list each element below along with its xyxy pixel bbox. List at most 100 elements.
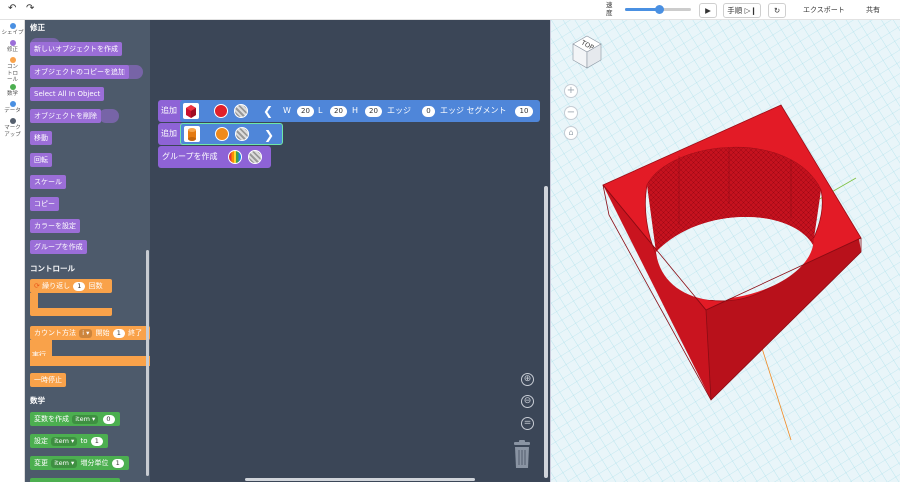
create-variable-block[interactable]: 変数を作成 item ▾ 0 bbox=[30, 412, 120, 426]
redo-icon[interactable]: ↷ bbox=[26, 3, 34, 14]
red-cube-icon[interactable] bbox=[183, 103, 199, 119]
3d-viewport[interactable]: TOP + − ⌂ bbox=[550, 20, 900, 482]
expand-right-icon[interactable]: ❯ bbox=[264, 124, 274, 146]
category-data[interactable]: データ bbox=[0, 101, 25, 115]
workspace-horizontal-scrollbar[interactable] bbox=[245, 478, 475, 481]
width-label: W bbox=[283, 106, 291, 115]
change-variable-label: 変更 bbox=[34, 459, 48, 467]
delete-object-block[interactable]: オブジェクトを削除 bbox=[30, 109, 101, 123]
box-color-swatch[interactable] bbox=[214, 104, 228, 118]
copy-block[interactable]: コピー bbox=[30, 197, 59, 211]
trash-icon[interactable] bbox=[510, 440, 534, 470]
repeat-icon: ⟳ bbox=[34, 282, 40, 290]
step-button[interactable]: 手順 ▷❙ bbox=[723, 3, 761, 18]
change-variable-block[interactable]: 変更 item ▾ 増分単位 1 bbox=[30, 456, 129, 470]
category-control[interactable]: コントロール bbox=[0, 57, 25, 84]
category-label: コントロール bbox=[6, 64, 18, 83]
speed-slider-knob[interactable] bbox=[655, 5, 665, 14]
move-block[interactable]: 移動 bbox=[30, 131, 52, 145]
modify-dot-icon bbox=[9, 40, 16, 46]
length-input[interactable]: 20 bbox=[330, 106, 347, 117]
change-by-label: 増分単位 bbox=[80, 459, 109, 467]
category-modify[interactable]: 修正 bbox=[0, 40, 25, 54]
recenter-button[interactable]: = bbox=[521, 417, 534, 430]
add-label: 追加 bbox=[161, 106, 177, 115]
control-section-title: コントロール bbox=[30, 264, 75, 273]
viewport-zoom-out-button[interactable]: − bbox=[564, 106, 578, 120]
set-variable-block[interactable]: 設定 item ▾ to 1 bbox=[30, 434, 108, 448]
rotate-block[interactable]: 回転 bbox=[30, 153, 52, 167]
block-workspace[interactable]: 追加 ❮ W 20 L 20 H 20 エッジ 0 エッジ セグメント 10 追… bbox=[150, 20, 550, 482]
reset-icon: ↻ bbox=[773, 6, 781, 15]
scale-block[interactable]: スケール bbox=[30, 175, 66, 189]
set-variable-dropdown[interactable]: item ▾ bbox=[51, 436, 78, 446]
create-group-block[interactable]: グループを作成 bbox=[30, 240, 87, 254]
category-label: マークアップ bbox=[4, 125, 21, 138]
create-object-block[interactable]: 新しいオブジェクトを作成 bbox=[30, 42, 122, 56]
set-variable-name: item bbox=[54, 436, 69, 445]
undo-icon[interactable]: ↶ bbox=[8, 3, 16, 14]
workspace-vertical-scrollbar[interactable] bbox=[544, 186, 548, 478]
category-label: データ bbox=[4, 108, 21, 114]
repeat-count-input[interactable]: 1 bbox=[73, 281, 86, 291]
count-from-input[interactable]: 1 bbox=[112, 328, 125, 338]
height-label: H bbox=[352, 106, 359, 115]
count-var-dropdown[interactable]: i ▾ bbox=[79, 328, 93, 338]
export-button[interactable]: エクスポート bbox=[803, 5, 845, 15]
cylinder-material-swatch[interactable] bbox=[235, 127, 249, 141]
home-view-icon[interactable]: ⌂ bbox=[564, 126, 578, 140]
set-color-block[interactable]: カラーを設定 bbox=[30, 219, 80, 233]
block-input-slot bbox=[99, 109, 119, 123]
orange-cylinder-icon[interactable] bbox=[184, 126, 200, 142]
create-variable-value[interactable]: 0 bbox=[102, 414, 115, 424]
box-material-swatch[interactable] bbox=[234, 104, 248, 118]
modify-section-title: 修正 bbox=[30, 23, 45, 32]
collapse-left-icon[interactable]: ❮ bbox=[263, 100, 273, 122]
zoom-out-icon[interactable]: ⊖ bbox=[521, 395, 534, 408]
create-variable-dropdown[interactable]: item ▾ bbox=[72, 414, 99, 424]
viewport-zoom-in-button[interactable]: + bbox=[564, 84, 578, 98]
change-variable-name: item bbox=[54, 458, 69, 467]
category-math[interactable]: 数学 bbox=[0, 84, 25, 98]
speed-label: 速度 bbox=[606, 1, 613, 17]
cylinder-color-swatch[interactable] bbox=[215, 127, 229, 141]
repeat-block[interactable]: ⟳ 繰り返し 1 回数 bbox=[30, 279, 112, 293]
height-input[interactable]: 20 bbox=[365, 106, 382, 117]
zoom-in-icon[interactable]: ⊕ bbox=[521, 373, 534, 386]
speed-slider[interactable] bbox=[625, 5, 691, 14]
math-block-partial[interactable] bbox=[30, 478, 120, 482]
group-material-swatch[interactable] bbox=[248, 150, 262, 164]
rainbow-color-swatch[interactable] bbox=[228, 150, 242, 164]
add-copy-block[interactable]: オブジェクトのコピーを追加 bbox=[30, 65, 129, 79]
count-from-label: 開始 bbox=[95, 329, 110, 337]
top-toolbar: ↶ ↷ 速度 ▶ 手順 ▷❙ ↻ エクスポート 共有 bbox=[0, 0, 900, 20]
set-variable-label: 設定 bbox=[34, 437, 48, 445]
pause-block[interactable]: 一時停止 bbox=[30, 373, 66, 387]
play-button[interactable]: ▶ bbox=[699, 3, 717, 18]
cylinder-shape-block[interactable]: ❯ bbox=[180, 123, 283, 145]
speed-slider-fill bbox=[625, 8, 660, 11]
width-input[interactable]: 20 bbox=[297, 106, 314, 117]
math-section-title: 数学 bbox=[30, 396, 45, 405]
edge-input[interactable]: 0 bbox=[422, 106, 435, 117]
change-variable-value[interactable]: 1 bbox=[111, 458, 124, 468]
reset-button[interactable]: ↻ bbox=[768, 3, 786, 18]
change-variable-dropdown[interactable]: item ▾ bbox=[51, 458, 78, 468]
box-shape-block[interactable]: ❮ W 20 L 20 H 20 エッジ 0 エッジ セグメント 10 bbox=[180, 100, 540, 122]
set-to-label: to bbox=[80, 437, 88, 445]
category-shapes[interactable]: シェイプ bbox=[0, 23, 25, 37]
category-markup[interactable]: マークアップ bbox=[0, 118, 25, 138]
count-with-block[interactable]: カウント方法 i ▾ 開始 1 終了 bbox=[30, 326, 150, 340]
edge-segments-input[interactable]: 10 bbox=[515, 106, 533, 117]
share-button[interactable]: 共有 bbox=[866, 5, 880, 15]
create-variable-label: 変数を作成 bbox=[34, 415, 69, 423]
edge-label: エッジ bbox=[387, 106, 411, 115]
viewport-canvas[interactable]: TOP bbox=[551, 20, 900, 482]
repeat-c-bottom bbox=[30, 308, 112, 316]
group-label: グループを作成 bbox=[162, 152, 218, 161]
shapes-dot-icon bbox=[9, 23, 16, 29]
set-variable-value[interactable]: 1 bbox=[90, 436, 103, 446]
group-block[interactable]: グループを作成 bbox=[158, 146, 271, 168]
flyout-scrollbar[interactable] bbox=[146, 250, 149, 476]
select-all-block[interactable]: Select All In Object bbox=[30, 87, 105, 101]
